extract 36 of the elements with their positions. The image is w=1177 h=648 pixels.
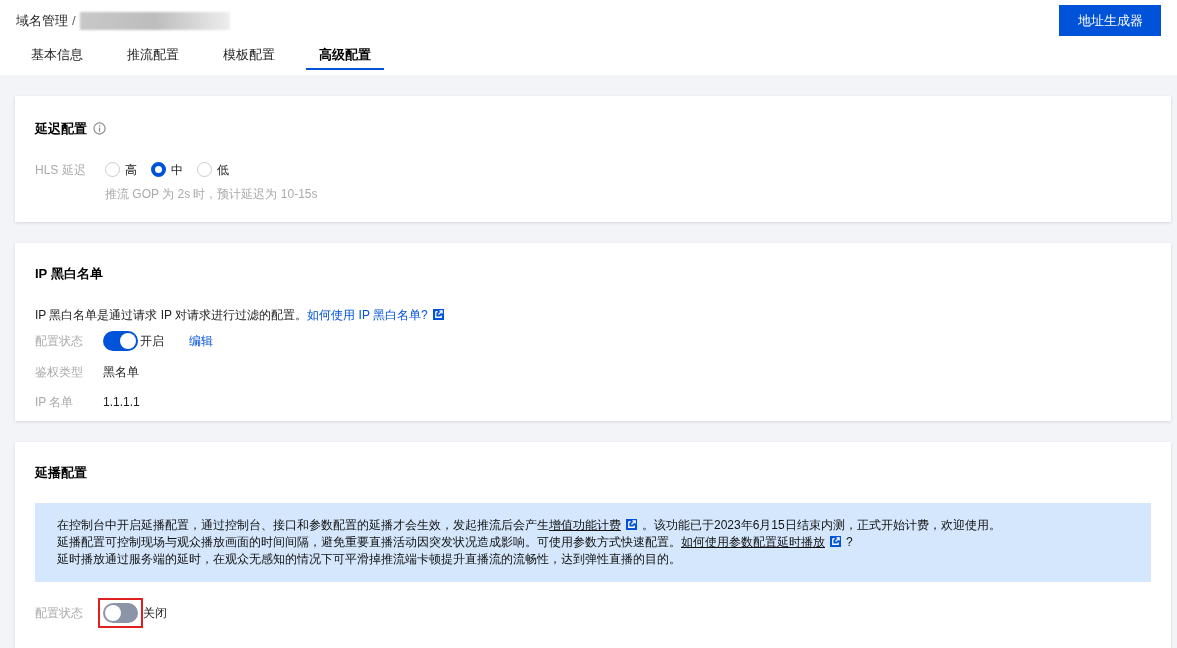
tab[interactable]: 基本信息 <box>18 45 96 70</box>
edit-link[interactable]: 编辑 <box>189 331 213 350</box>
info-icon[interactable] <box>93 122 106 136</box>
field-label: 配置状态 <box>35 604 84 622</box>
notice-link[interactable]: 增值功能计费 <box>549 517 621 532</box>
breadcrumb-link[interactable]: 域名管理 <box>16 10 68 31</box>
section-title: 延迟配置 <box>35 120 87 138</box>
field-label: IP 名单 <box>35 393 75 411</box>
field-value: 1.1.1.1 <box>103 393 140 411</box>
section-title: IP 黑白名单 <box>35 265 104 283</box>
field-value: 黑名单 <box>103 363 139 381</box>
field-label: 鉴权类型 <box>35 363 84 381</box>
notice-text: 延播配置可控制现场与观众播放画面的时间间隔，避免重要直播活动因突发状况造成影响。可使用参数方式快速配置。如何使用参数配置延时播放 ? <box>57 533 854 551</box>
field-label: HLS 延迟 <box>35 161 87 179</box>
tab[interactable]: 推流配置 <box>114 45 192 70</box>
radio-option[interactable]: 中 <box>151 160 183 179</box>
radio-option[interactable]: 高 <box>105 160 137 179</box>
tab[interactable]: 高级配置 <box>306 45 384 70</box>
notice-text: 在控制台中开启延播配置，通过控制台、接口和参数配置的延播才会生效，发起推流后会产生增值功能计费 。该功能已于2023年6月15日结束内测，正式开始计费，欢迎使用。 <box>57 516 1002 534</box>
section-title: 延播配置 <box>35 464 88 482</box>
external-link-icon[interactable] <box>432 309 444 320</box>
radio-option[interactable]: 低 <box>197 160 229 179</box>
field-label: 配置状态 <box>35 332 84 350</box>
status-text: 开启 <box>140 332 164 350</box>
breadcrumb-separator: / <box>72 11 76 30</box>
hint-text: 推流 GOP 为 2s 时，预计延迟为 10-15s <box>105 185 319 203</box>
help-link[interactable]: 如何使用 IP 黑白名单? <box>307 305 428 324</box>
address-generator-button[interactable]: 地址生成器 <box>1059 5 1161 36</box>
notice-link[interactable]: 如何使用参数配置延时播放 <box>681 534 825 549</box>
notice-text: 延时播放通过服务端的延时，在观众无感知的情况下可平滑掉推流端卡顿提升直播流的流畅性，达到弹性直播的目的。 <box>57 550 682 568</box>
tab[interactable]: 模板配置 <box>210 45 288 70</box>
external-link-icon[interactable] <box>830 535 841 547</box>
status-text: 关闭 <box>143 604 167 622</box>
toggle-switch[interactable] <box>103 330 138 351</box>
external-link-icon[interactable] <box>626 518 637 530</box>
description-text: IP 黑白名单是通过请求 IP 对请求进行过滤的配置。 <box>35 306 308 324</box>
